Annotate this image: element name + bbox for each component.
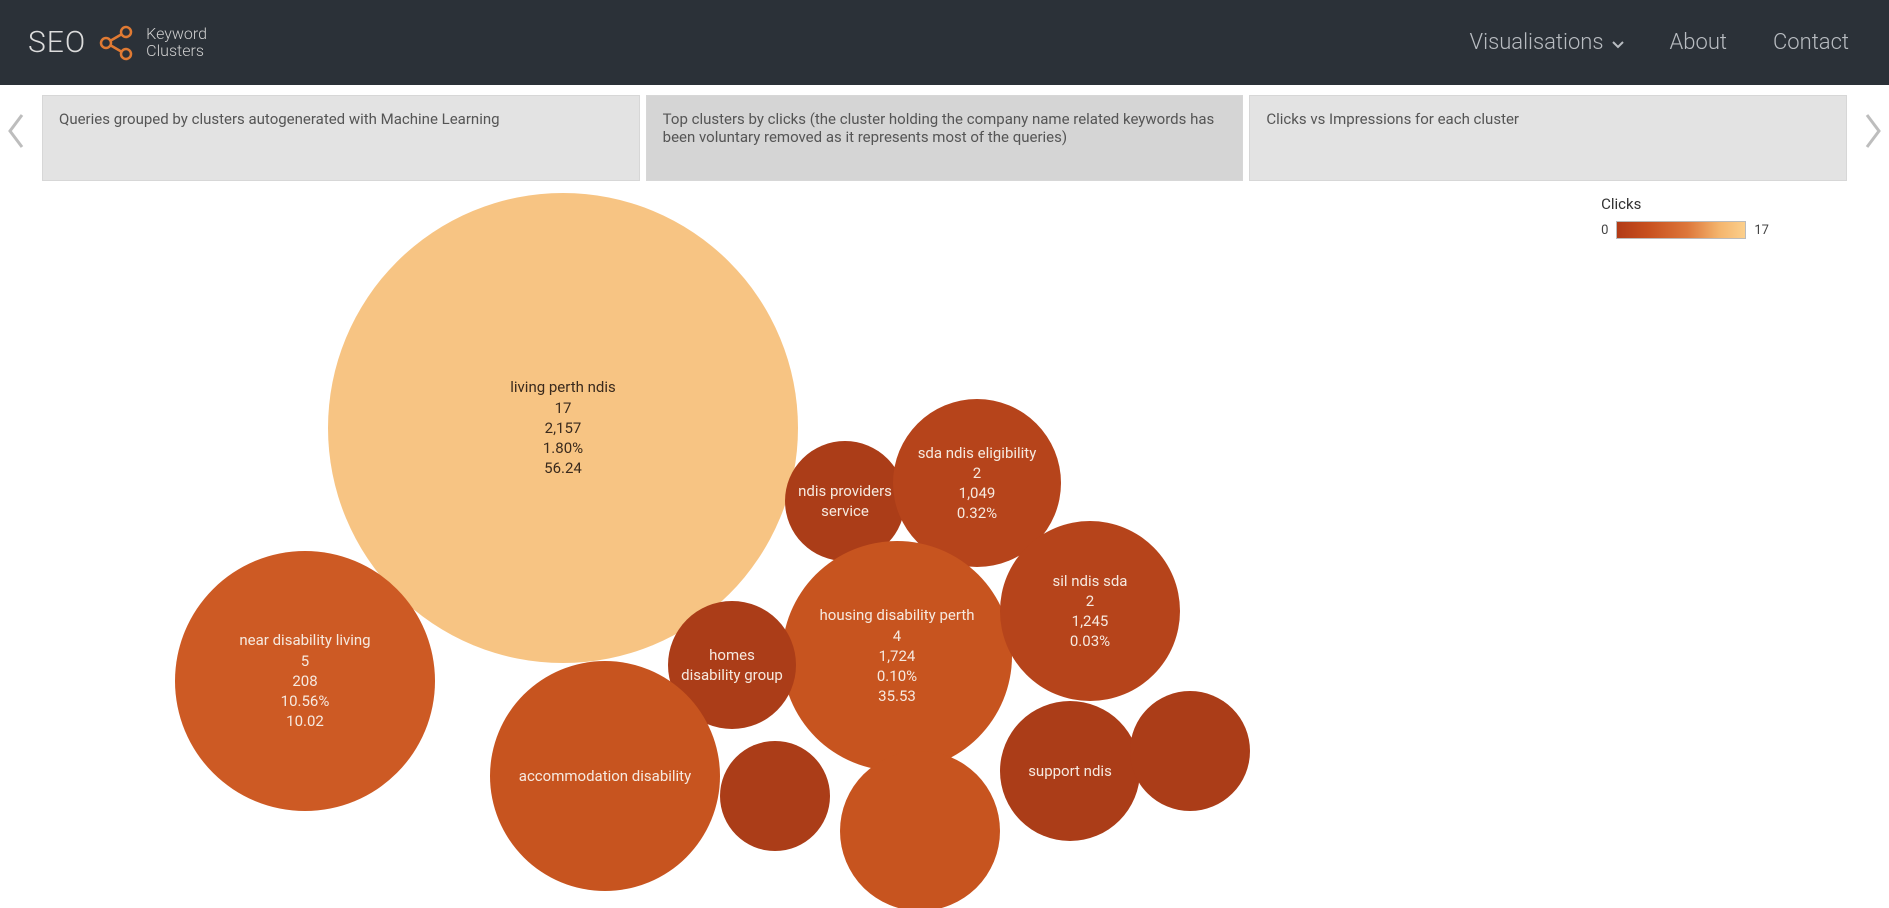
bubble-position: 35.53 <box>878 686 916 706</box>
bubble-impressions: 2,157 <box>545 418 582 438</box>
caret-down-icon <box>1612 30 1624 55</box>
bubble-label: housing disability perth <box>820 605 975 625</box>
legend-gradient <box>1616 221 1746 239</box>
bubble-ctr: 1.80% <box>543 438 583 458</box>
bubble-partial-2[interactable] <box>840 751 1000 908</box>
nav-links: Visualisations About Contact <box>1470 30 1849 55</box>
bubble-position: 56.24 <box>544 458 582 478</box>
brand-line2: Clusters <box>146 43 207 60</box>
bubble-label: sda ndis eligibility <box>918 443 1037 463</box>
bubble-label: living perth ndis <box>510 377 615 397</box>
legend-title: Clicks <box>1601 195 1769 213</box>
bubble-label-line2: disability group <box>681 665 783 685</box>
navbar: SEO Keyword Clusters Visualisations Abou… <box>0 0 1889 85</box>
tab-label: Clicks vs Impressions for each cluster <box>1266 110 1519 128</box>
bubble-ctr: 10.56% <box>281 691 330 711</box>
bubble-impressions: 208 <box>292 671 317 691</box>
bubble-ctr: 0.03% <box>1070 631 1110 651</box>
bubble-ctr: 0.32% <box>957 503 997 523</box>
bubble-label: sil ndis sda <box>1053 571 1128 591</box>
tab-queries-clusters[interactable]: Queries grouped by clusters autogenerate… <box>42 95 640 181</box>
bubble-clicks: 5 <box>301 651 309 671</box>
carousel-next-button[interactable] <box>1861 111 1883 155</box>
bubble-ctr: 0.10% <box>877 666 917 686</box>
bubble-position: 10.02 <box>286 711 324 731</box>
tabs-carousel: Queries grouped by clusters autogenerate… <box>0 85 1889 181</box>
nav-about-label: About <box>1670 30 1727 55</box>
color-legend: Clicks 0 17 <box>1601 195 1769 239</box>
tab-top-clusters-clicks[interactable]: Top clusters by clicks (the cluster hold… <box>646 95 1244 181</box>
bubble-sil-ndis-sda[interactable]: sil ndis sda 2 1,245 0.03% <box>1000 521 1180 701</box>
bubble-label-line2: service <box>821 501 869 521</box>
tab-label: Top clusters by clicks (the cluster hold… <box>663 110 1215 146</box>
carousel-prev-button[interactable] <box>6 111 28 155</box>
bubble-label-line1: ndis providers <box>798 481 892 501</box>
tab-clicks-vs-impressions[interactable]: Clicks vs Impressions for each cluster <box>1249 95 1847 181</box>
bubble-clicks: 2 <box>973 463 981 483</box>
bubble-impressions: 1,245 <box>1072 611 1109 631</box>
bubble-clicks: 2 <box>1086 591 1094 611</box>
share-cluster-icon <box>96 23 136 63</box>
bubble-chart[interactable]: Clicks 0 17 living perth ndis 17 2,157 1… <box>0 181 1889 908</box>
bubble-housing-disability-perth[interactable]: housing disability perth 4 1,724 0.10% 3… <box>782 541 1012 771</box>
bubble-support-ndis[interactable]: support ndis <box>1000 701 1140 841</box>
bubble-partial-3[interactable] <box>1130 691 1250 811</box>
nav-contact-label: Contact <box>1773 30 1849 55</box>
nav-about[interactable]: About <box>1670 30 1727 55</box>
brand-line1: Keyword <box>146 26 207 43</box>
bubble-clicks: 17 <box>555 398 572 418</box>
nav-contact[interactable]: Contact <box>1773 30 1849 55</box>
legend-min: 0 <box>1601 223 1608 238</box>
bubble-partial-1[interactable] <box>720 741 830 851</box>
bubble-impressions: 1,049 <box>959 483 996 503</box>
bubble-near-disability-living[interactable]: near disability living 5 208 10.56% 10.0… <box>175 551 435 811</box>
brand[interactable]: SEO Keyword Clusters <box>28 23 207 63</box>
bubble-label: support ndis <box>1028 761 1112 781</box>
tab-label: Queries grouped by clusters autogenerate… <box>59 110 500 128</box>
bubble-label: near disability living <box>239 630 370 650</box>
brand-seo-text: SEO <box>28 25 86 60</box>
bubble-clicks: 4 <box>893 626 901 646</box>
bubble-accommodation-disability[interactable]: accommodation disability <box>490 661 720 891</box>
legend-max: 17 <box>1754 223 1769 238</box>
brand-subtext: Keyword Clusters <box>146 26 207 60</box>
nav-visualisations[interactable]: Visualisations <box>1470 30 1624 55</box>
bubble-label: accommodation disability <box>519 766 691 786</box>
bubble-label-line1: homes <box>709 645 755 665</box>
bubble-impressions: 1,724 <box>879 646 916 666</box>
nav-visualisations-label: Visualisations <box>1470 30 1604 55</box>
